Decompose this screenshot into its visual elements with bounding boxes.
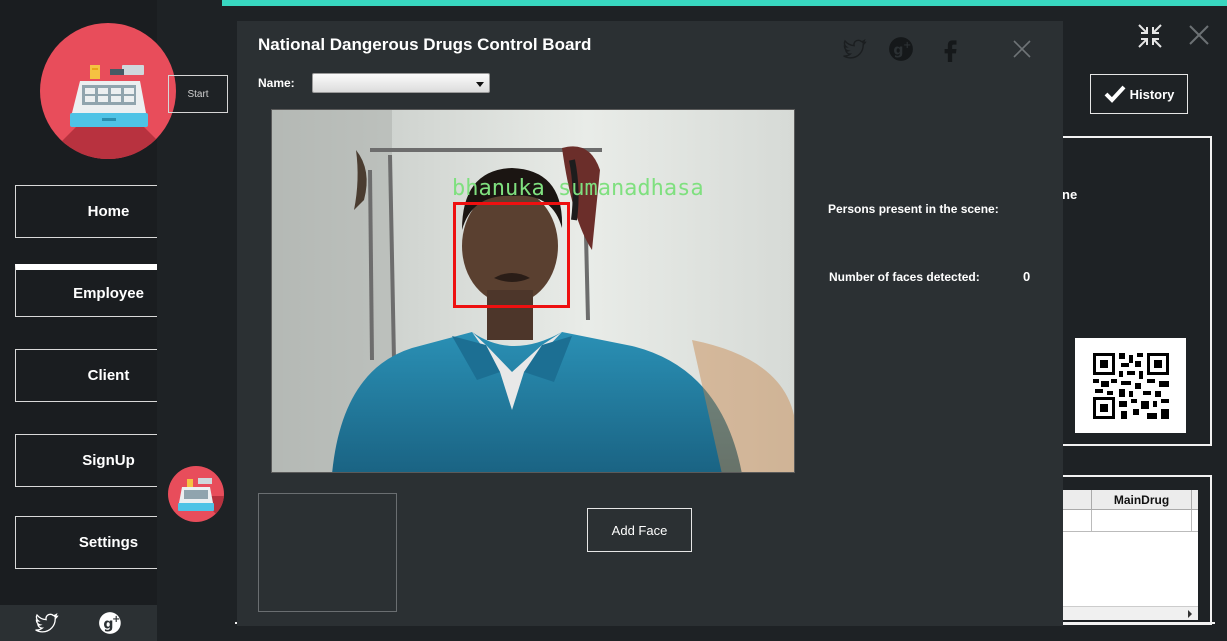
faces-detected-label: Number of faces detected: — [829, 270, 980, 284]
table-row[interactable] — [1062, 510, 1198, 532]
svg-text:g: g — [893, 42, 903, 58]
close-icon[interactable] — [1188, 24, 1210, 46]
sidebar-item-client[interactable]: Client — [15, 349, 157, 402]
svg-text:+: + — [112, 614, 120, 625]
sidebar-item-label: Settings — [78, 534, 139, 551]
twitter-icon[interactable] — [33, 610, 59, 636]
google-plus-icon[interactable]: g+ — [98, 610, 124, 636]
face-recognition-dialog: National Dangerous Drugs Control Board g… — [237, 21, 1063, 626]
dialog-title: National Dangerous Drugs Control Board — [258, 35, 592, 54]
qr-code — [1075, 338, 1186, 433]
sidebar-item-label: Home — [87, 203, 130, 220]
horizontal-scrollbar[interactable] — [1062, 606, 1198, 620]
cash-register-icon — [70, 65, 148, 127]
twitter-icon[interactable] — [841, 36, 867, 62]
name-select[interactable] — [312, 73, 490, 93]
sidebar-item-employee[interactable]: Employee — [15, 264, 157, 317]
sidebar-item-settings[interactable]: Settings — [15, 516, 157, 569]
google-plus-icon[interactable]: g+ — [888, 36, 914, 62]
sidebar: Home Employee Client SignUp Settings g + — [0, 0, 176, 641]
sidebar-item-label: Employee — [73, 284, 144, 302]
minimize-icon[interactable] — [1136, 22, 1164, 50]
chevron-down-icon — [476, 82, 484, 87]
face-thumbnail — [258, 493, 397, 612]
scroll-right-icon[interactable] — [1186, 608, 1194, 620]
faces-detected-count: 0 — [1023, 269, 1031, 284]
face-bounding-box — [453, 202, 570, 308]
camera-feed: bhanuka sumanadhasa — [271, 109, 795, 473]
grid-header-cell — [1062, 490, 1092, 509]
detail-text: ne — [1062, 187, 1078, 202]
sidebar-footer: g + — [0, 605, 157, 641]
sidebar-item-label: Client — [87, 367, 130, 384]
grid-header-maindrug: MainDrug — [1092, 490, 1192, 509]
sidebar-item-home[interactable]: Home — [15, 185, 157, 238]
checkmark-icon — [1104, 85, 1126, 103]
name-label: Name: — [258, 76, 295, 90]
small-app-logo — [168, 466, 224, 522]
history-label: History — [1129, 86, 1175, 102]
close-icon[interactable] — [1012, 39, 1032, 59]
records-grid[interactable]: MainDrug — [1062, 490, 1198, 620]
accent-strip — [222, 0, 1227, 6]
persons-present-label: Persons present in the scene: — [828, 202, 999, 216]
add-face-button[interactable]: Add Face — [587, 508, 692, 552]
svg-text:+: + — [903, 40, 911, 51]
history-button[interactable]: History — [1090, 74, 1188, 114]
app-logo — [40, 23, 176, 159]
recognized-name-label: bhanuka sumanadhasa — [452, 176, 704, 201]
facebook-icon[interactable] — [937, 36, 963, 62]
start-button[interactable]: Start — [168, 75, 228, 113]
sidebar-item-signup[interactable]: SignUp — [15, 434, 157, 487]
sidebar-item-label: SignUp — [82, 452, 135, 469]
